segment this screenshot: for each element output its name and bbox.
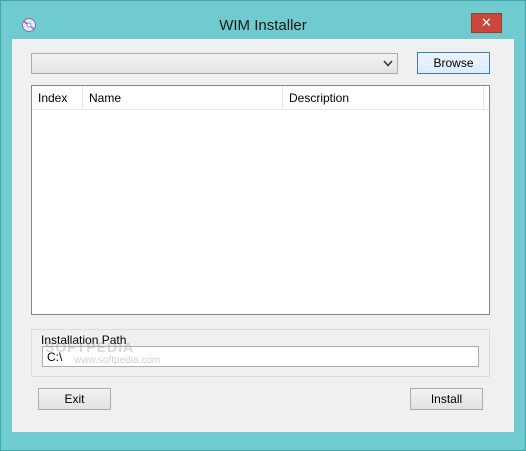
installation-path-label: Installation Path <box>40 333 128 347</box>
column-header-filler <box>484 86 489 109</box>
chevron-down-icon <box>382 56 394 71</box>
exit-button[interactable]: Exit <box>38 388 111 410</box>
installation-path-group: Installation Path <box>31 329 490 377</box>
title-bar[interactable]: WIM Installer ✕ <box>1 1 525 39</box>
window-title: WIM Installer <box>219 17 307 34</box>
browse-button[interactable]: Browse <box>417 52 490 74</box>
client-area: Browse Index Name Description Installati… <box>12 39 514 432</box>
column-header-description[interactable]: Description <box>283 86 484 109</box>
column-header-index[interactable]: Index <box>32 86 83 109</box>
close-button[interactable]: ✕ <box>471 13 502 33</box>
column-header-name[interactable]: Name <box>83 86 283 109</box>
image-select[interactable] <box>31 53 398 74</box>
installation-path-input[interactable] <box>42 346 479 367</box>
image-list[interactable]: Index Name Description <box>31 85 490 315</box>
close-icon: ✕ <box>481 15 492 30</box>
list-header: Index Name Description <box>32 86 489 110</box>
install-button[interactable]: Install <box>410 388 483 410</box>
app-window: WIM Installer ✕ Browse Index Name Descri… <box>0 0 526 451</box>
